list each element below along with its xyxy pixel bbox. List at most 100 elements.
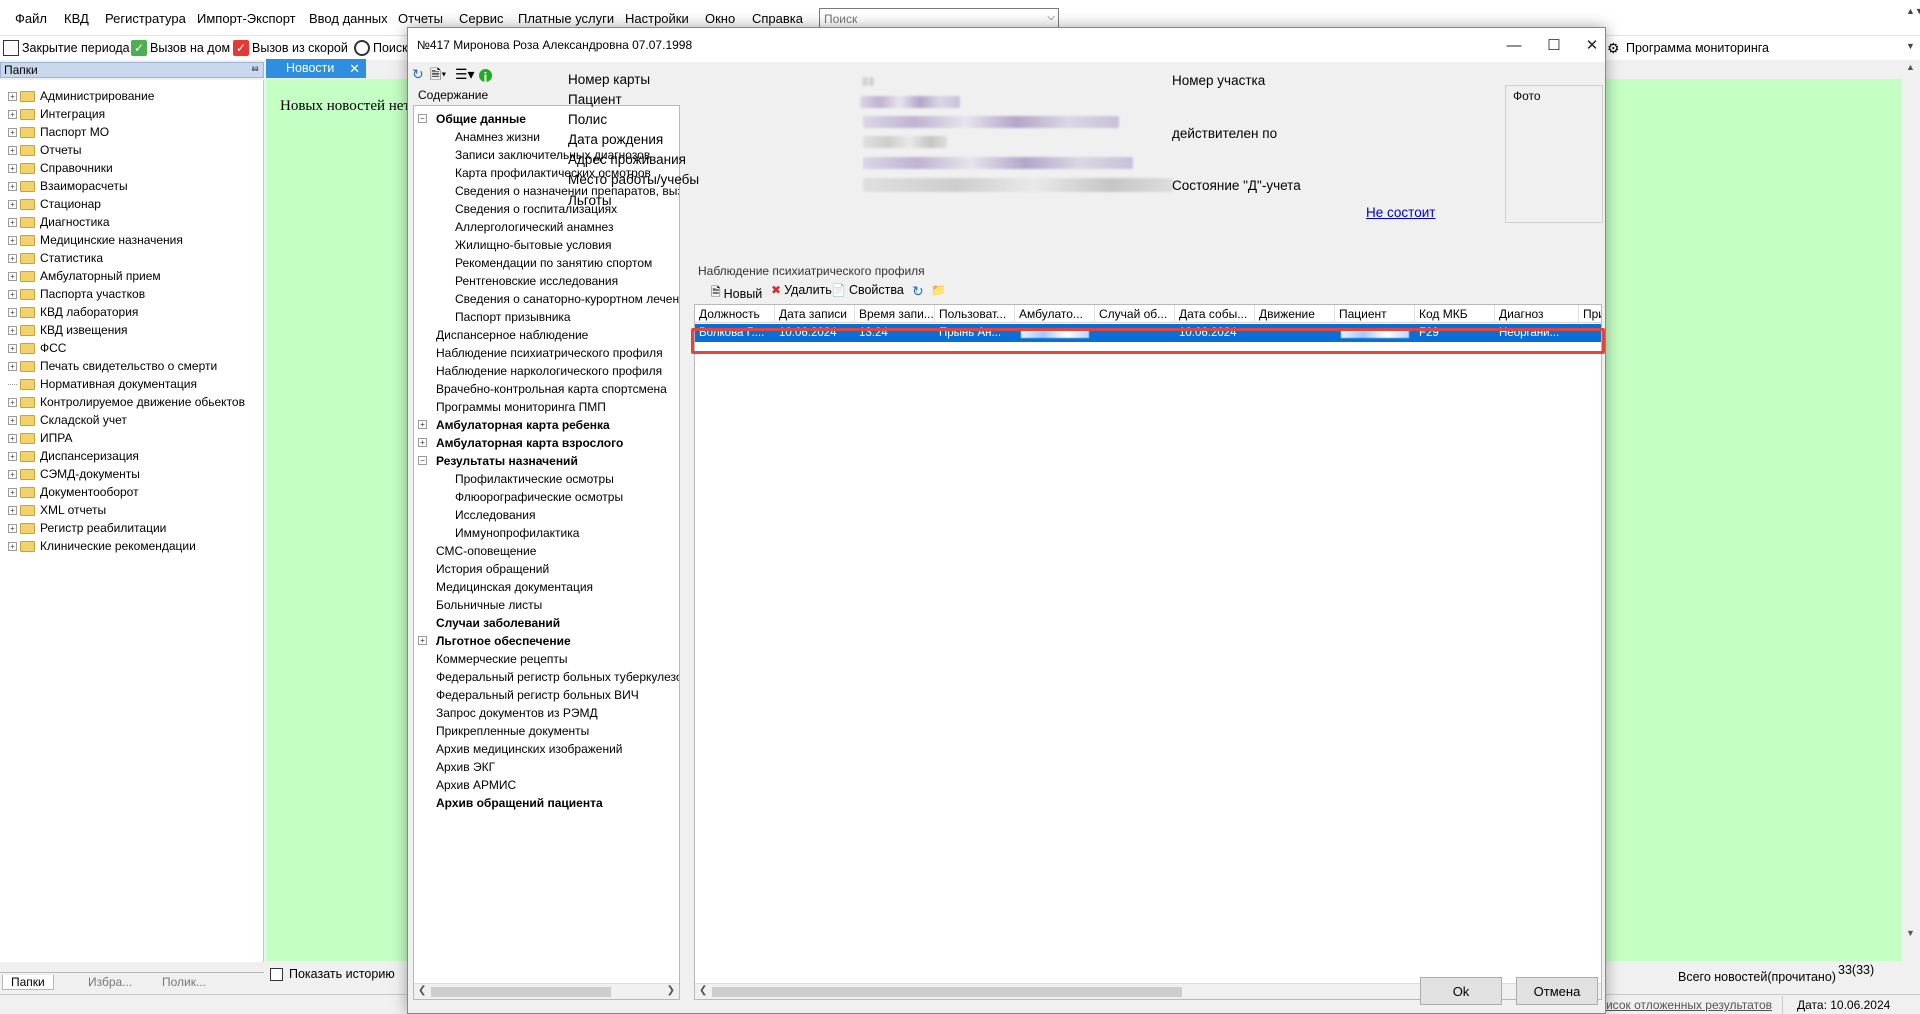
- contents-item[interactable]: Амбулаторная карта ребенка: [436, 416, 610, 434]
- expand-icon[interactable]: +: [8, 451, 17, 461]
- scroll-thumb[interactable]: [712, 987, 1182, 997]
- contents-item[interactable]: Архив АРМИС: [436, 776, 516, 794]
- menu-help[interactable]: Справка: [752, 11, 803, 26]
- contents-item[interactable]: Коммерческие рецепты: [436, 650, 568, 668]
- contents-item[interactable]: Федеральный регистр больных туберкулезом: [436, 668, 679, 686]
- scroll-right-icon[interactable]: ❯: [667, 985, 675, 996]
- menu-window[interactable]: Окно: [705, 11, 735, 26]
- contents-item[interactable]: Федеральный регистр больных ВИЧ: [436, 686, 639, 704]
- menu-overflow-icon[interactable]: ▲▼: [1906, 6, 1920, 16]
- sidebar-item[interactable]: + Интеграция: [8, 105, 105, 123]
- menu-registry[interactable]: Регистратура: [105, 11, 186, 26]
- sidebar-item[interactable]: + КВД извещения: [8, 321, 128, 339]
- sidebar-item[interactable]: + Контролируемое движение обьектов: [8, 393, 245, 411]
- expand-icon[interactable]: +: [8, 325, 17, 335]
- column-header[interactable]: Амбулато...: [1015, 305, 1095, 323]
- contents-item[interactable]: Архив ЭКГ: [436, 758, 495, 776]
- tab-folders[interactable]: Папки: [2, 975, 54, 990]
- expand-icon[interactable]: +: [8, 505, 17, 515]
- scroll-down-icon[interactable]: ▼: [1906, 928, 1915, 938]
- scroll-up-icon[interactable]: ▲: [1906, 62, 1915, 72]
- expand-icon[interactable]: +: [8, 127, 17, 137]
- ambulance-call-button[interactable]: ✓ Вызов из скорой: [233, 38, 348, 58]
- search-button[interactable]: Поиск: [354, 38, 408, 58]
- contents-item[interactable]: Флюорографические осмотры: [455, 488, 623, 506]
- column-header[interactable]: Случай об...: [1095, 305, 1175, 323]
- info-icon[interactable]: i: [479, 69, 492, 85]
- expand-icon[interactable]: +: [8, 235, 17, 245]
- expand-icon[interactable]: +: [8, 253, 17, 263]
- sidebar-item[interactable]: Нормативная документация: [8, 375, 197, 393]
- expand-icon[interactable]: +: [8, 397, 17, 407]
- properties-button[interactable]: 📄 Свойства: [831, 283, 904, 297]
- chevron-down-icon[interactable]: ⌵: [1047, 12, 1055, 23]
- delete-record-button[interactable]: ✖ Удалить: [771, 283, 832, 297]
- scroll-thumb[interactable]: [431, 987, 611, 997]
- new-record-button[interactable]: 🗎 Новый: [711, 283, 762, 304]
- menu-settings[interactable]: Настройки: [625, 11, 689, 26]
- contents-item[interactable]: Диспансерное наблюдение: [436, 326, 588, 344]
- expand-icon[interactable]: +: [8, 415, 17, 425]
- expand-icon[interactable]: +: [418, 420, 427, 429]
- contents-item[interactable]: Врачебно-контрольная карта спортсмена: [436, 380, 667, 398]
- d-status-link[interactable]: Не состоит: [1366, 205, 1435, 220]
- column-header[interactable]: Должность: [695, 305, 775, 323]
- column-header[interactable]: Пользоват...: [935, 305, 1015, 323]
- contents-item[interactable]: Больничные листы: [436, 596, 542, 614]
- grid-refresh-button[interactable]: ↻: [912, 283, 924, 300]
- contents-item[interactable]: Профилактические осмотры: [455, 470, 614, 488]
- expand-icon[interactable]: +: [8, 199, 17, 209]
- document-menu-icon[interactable]: 🗎▾: [430, 66, 446, 82]
- contents-horizontal-scrollbar[interactable]: ❮ ❯: [414, 983, 679, 999]
- expand-icon[interactable]: +: [8, 145, 17, 155]
- home-call-button[interactable]: ✓ Вызов на дом: [131, 38, 230, 58]
- contents-item[interactable]: Жилищно-бытовые условия: [455, 236, 611, 254]
- expand-icon[interactable]: +: [8, 487, 17, 497]
- contents-item[interactable]: Наблюдение наркологического профиля: [436, 362, 662, 380]
- menu-paid-services[interactable]: Платные услуги: [518, 11, 614, 26]
- expand-icon[interactable]: +: [8, 541, 17, 551]
- sidebar-item[interactable]: + Паспорт МО: [8, 123, 109, 141]
- right-scrollbar[interactable]: ▲ ▼: [1902, 62, 1920, 962]
- expand-icon[interactable]: +: [8, 91, 17, 101]
- contents-item[interactable]: Иммунопрофилактика: [455, 524, 579, 542]
- contents-item[interactable]: Анамнез жизни: [455, 128, 540, 146]
- expand-icon[interactable]: +: [8, 523, 17, 533]
- sidebar-item[interactable]: + XML отчеты: [8, 501, 106, 519]
- column-header[interactable]: Дата собы...: [1175, 305, 1255, 323]
- contents-item[interactable]: Медицинская документация: [436, 578, 593, 596]
- contents-item[interactable]: Рентгеновские исследования: [455, 272, 618, 290]
- sidebar-item[interactable]: + Амбулаторный прием: [8, 267, 161, 285]
- column-header[interactable]: Пациент: [1335, 305, 1415, 323]
- menu-kvd[interactable]: КВД: [64, 11, 89, 26]
- expand-icon[interactable]: +: [8, 289, 17, 299]
- sidebar-item[interactable]: + Печать свидетельство о смерти: [8, 357, 217, 375]
- scroll-left-icon[interactable]: ❮: [418, 985, 426, 996]
- sidebar-item[interactable]: + Взаиморасчеты: [8, 177, 128, 195]
- collapse-icon[interactable]: −: [418, 456, 427, 465]
- menu-import-export[interactable]: Импорт-Экспорт: [197, 11, 296, 26]
- sidebar-item[interactable]: + Диспансеризация: [8, 447, 139, 465]
- list-menu-icon[interactable]: ☰▾: [455, 66, 475, 82]
- sidebar-item[interactable]: + ФСС: [8, 339, 66, 357]
- menu-service[interactable]: Сервис: [459, 11, 504, 26]
- contents-item[interactable]: Льготное обеспечение: [436, 632, 571, 650]
- sidebar-item[interactable]: + Диагностика: [8, 213, 110, 231]
- sidebar-item[interactable]: + Складской учет: [8, 411, 127, 429]
- main-search-box[interactable]: ⌵: [819, 8, 1059, 29]
- contents-item[interactable]: Результаты назначений: [436, 452, 578, 470]
- photo-box[interactable]: Фото: [1505, 85, 1603, 223]
- refresh-icon[interactable]: ↻: [412, 66, 424, 82]
- maximize-icon[interactable]: ☐: [1536, 32, 1572, 58]
- expand-icon[interactable]: +: [8, 271, 17, 281]
- pin-icon[interactable]: ⎂: [251, 63, 259, 77]
- sidebar-item[interactable]: + Статистика: [8, 249, 103, 267]
- show-history-checkbox[interactable]: Показать историю: [270, 967, 395, 981]
- monitoring-button[interactable]: ⚙ Программа мониторинга: [1607, 38, 1769, 58]
- contents-item[interactable]: Прикрепленные документы: [436, 722, 589, 740]
- menu-data-entry[interactable]: Ввод данных: [309, 11, 388, 26]
- checkbox-icon[interactable]: [270, 967, 283, 981]
- collapse-icon[interactable]: −: [418, 114, 427, 123]
- close-icon[interactable]: ✕: [1574, 32, 1610, 58]
- sidebar-item[interactable]: + Клинические рекомендации: [8, 537, 196, 555]
